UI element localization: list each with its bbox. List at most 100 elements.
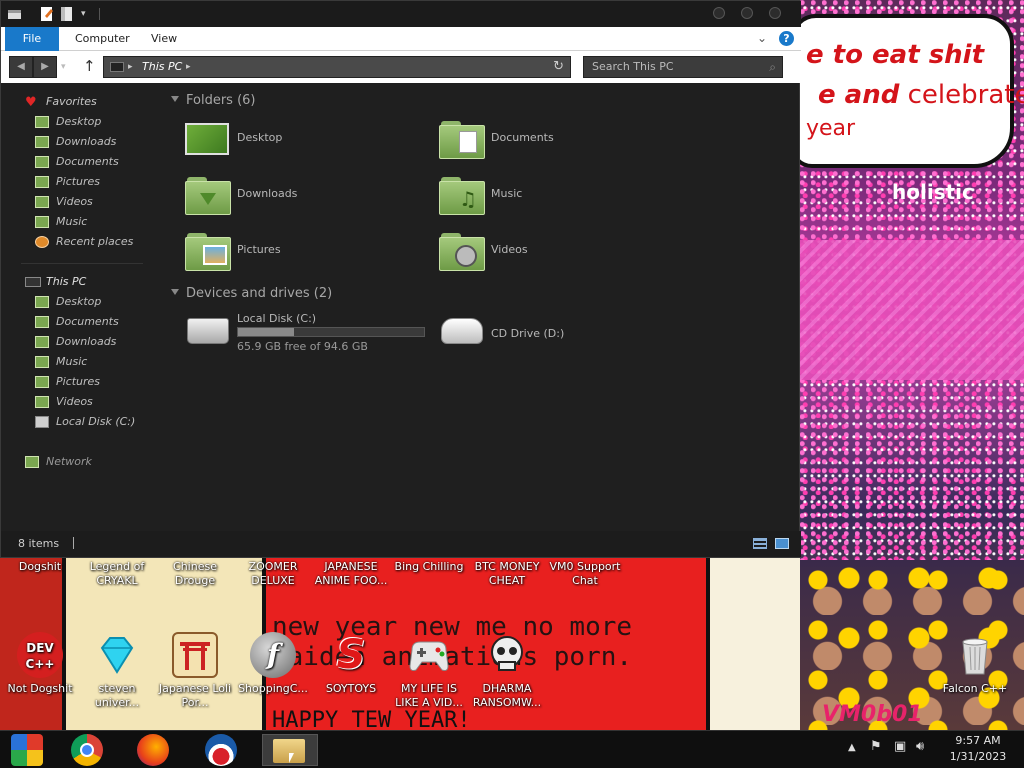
taskbar-chrome[interactable]	[62, 734, 112, 766]
desktop-icon-label: ShoppingC...	[238, 682, 308, 695]
music-folder-icon	[35, 216, 49, 228]
nav-favorites[interactable]: ♥ Favorites	[25, 93, 97, 111]
nav-pc-local-disk[interactable]: Local Disk (C:)	[35, 413, 135, 431]
nav-fav-downloads[interactable]: Downloads	[35, 133, 116, 151]
nav-pc-pictures[interactable]: Pictures	[35, 373, 100, 391]
desktop-icon-label: JAPANESE ANIME FOO...	[314, 560, 388, 587]
desktop-icon-chinese-drouge[interactable]: Chinese Drouge	[156, 560, 234, 588]
system-clock[interactable]: 9:57 AM 1/31/2023	[938, 733, 1018, 765]
tab-view[interactable]: View	[141, 27, 187, 51]
title-bar: ▾	[1, 1, 801, 27]
search-box[interactable]: ⌕	[583, 56, 783, 78]
refresh-icon[interactable]: ↻	[553, 57, 564, 77]
nav-pc-music[interactable]: Music	[35, 353, 87, 371]
back-button[interactable]: ◀	[9, 56, 33, 78]
desktop-icon-dharma-ransomware[interactable]: DHARMA RANSOMW...	[468, 632, 546, 710]
customize-toolbar-chevron-down-icon[interactable]: ▾	[81, 6, 97, 22]
new-folder-icon[interactable]	[59, 6, 75, 22]
taskbar-firefox[interactable]	[128, 734, 178, 766]
nav-pc-desktop[interactable]: Desktop	[35, 293, 101, 311]
details-view-icon[interactable]	[753, 538, 767, 549]
nav-fav-music[interactable]: Music	[35, 213, 87, 231]
action-center-flag-icon[interactable]: ⚑	[870, 739, 882, 754]
desktop-icon-soytoys[interactable]: S SOYTOYS	[312, 632, 390, 696]
desktop-icon-japanese-anime[interactable]: JAPANESE ANIME FOO...	[312, 560, 390, 588]
folder-pictures[interactable]: Pictures	[185, 231, 425, 277]
nav-pc-downloads[interactable]: Downloads	[35, 333, 116, 351]
pictures-folder-icon	[185, 233, 231, 271]
desktop-icon-shoppingc[interactable]: f ShoppingC...	[234, 632, 312, 696]
window-menu-icon[interactable]	[7, 6, 23, 22]
breadcrumb-this-pc[interactable]: This PC	[142, 57, 182, 77]
folders-group-header[interactable]: Folders (6)	[171, 93, 256, 108]
folder-name: Documents	[491, 131, 554, 144]
nav-fav-pictures[interactable]: Pictures	[35, 173, 100, 191]
folder-documents[interactable]: Documents	[439, 119, 679, 165]
start-button[interactable]	[2, 734, 52, 766]
folder-desktop[interactable]: Desktop	[185, 119, 425, 165]
desktop-icon-steven-universe[interactable]: steven univer...	[78, 632, 156, 710]
nav-this-pc[interactable]: This PC	[25, 273, 86, 291]
ribbon-expand-chevron-down-icon[interactable]: ⌄	[757, 31, 767, 45]
tab-computer[interactable]: Computer	[65, 27, 140, 51]
network-status-icon[interactable]: ▣	[894, 739, 906, 754]
folder-videos[interactable]: Videos	[439, 231, 679, 277]
desktop-icon-legend-of-cryakl[interactable]: Legend of CRYAKL	[78, 560, 156, 588]
drive-local-disk-c[interactable]: Local Disk (C:) 65.9 GB free of 94.6 GB	[185, 312, 435, 358]
address-field[interactable]: ▸ This PC ▸ ↻	[103, 56, 571, 78]
volume-icon[interactable]: 🔊︎	[916, 739, 924, 754]
up-arrow-icon[interactable]: ↑	[83, 57, 96, 75]
wallpaper-pink-sign	[800, 240, 1024, 380]
taskbar-file-explorer[interactable]	[262, 734, 318, 766]
drive-cd-d[interactable]: CD Drive (D:)	[439, 312, 689, 358]
desktop-icon-btc-money-cheat[interactable]: BTC MONEY CHEAT	[468, 560, 546, 588]
devices-group-header[interactable]: Devices and drives (2)	[171, 286, 332, 301]
clock-time: 9:57 AM	[955, 734, 1001, 747]
forward-button[interactable]: ▶	[33, 56, 57, 78]
cd-drive-icon	[441, 318, 483, 344]
desktop-icon-falcon-cpp[interactable]: Falcon C++	[936, 632, 1014, 696]
desktop-icon-dogshit[interactable]: Dogshit	[1, 560, 79, 574]
videos-folder-icon	[35, 396, 49, 408]
breadcrumb-chevron-icon[interactable]: ▸	[186, 57, 191, 77]
breadcrumb-chevron-icon[interactable]: ▸	[128, 57, 133, 77]
search-input[interactable]	[592, 60, 752, 73]
minimize-button[interactable]	[713, 7, 725, 19]
documents-folder-icon	[35, 156, 49, 168]
firefox-icon	[137, 734, 169, 766]
desktop-icon-vm0-support-chat[interactable]: VM0 Support Chat	[546, 560, 624, 588]
nav-fav-videos[interactable]: Videos	[35, 193, 93, 211]
help-icon[interactable]: ?	[779, 31, 794, 46]
search-icon[interactable]: ⌕	[769, 57, 776, 77]
downloads-folder-icon	[35, 136, 49, 148]
desktop-icon-label: Falcon C++	[942, 682, 1008, 695]
item-count: 8 items	[18, 537, 60, 550]
nav-fav-desktop[interactable]: Desktop	[35, 113, 101, 131]
nav-pc-documents[interactable]: Documents	[35, 313, 119, 331]
tab-file[interactable]: File	[5, 27, 59, 51]
nav-pc-videos[interactable]: Videos	[35, 393, 93, 411]
show-hidden-icons-chevron-up-icon[interactable]: ▲	[848, 742, 856, 753]
desktop-icon-zoomer-deluxe[interactable]: ZOOMER DELUXE	[234, 560, 312, 588]
status-bar: 8 items	[1, 531, 801, 557]
close-button[interactable]	[769, 7, 781, 19]
nav-fav-recent-places[interactable]: Recent places	[35, 233, 133, 251]
nav-fav-documents[interactable]: Documents	[35, 153, 119, 171]
recent-locations-chevron-icon[interactable]: ▾	[61, 62, 66, 72]
desktop-icon-bing-chilling[interactable]: Bing Chilling	[390, 560, 468, 574]
title-separator	[99, 8, 100, 20]
heart-icon: ♥	[25, 95, 37, 110]
folder-music[interactable]: ♫ Music	[439, 175, 679, 221]
large-icons-view-icon[interactable]	[775, 538, 789, 549]
drive-name: Local Disk (C:)	[237, 312, 317, 325]
folder-downloads[interactable]: Downloads	[185, 175, 425, 221]
taskbar-obama-app[interactable]	[196, 734, 246, 766]
desktop-icon-japanese-loli[interactable]: Japanese Loli Por...	[156, 632, 234, 710]
desktop-icon-my-life-is-like-a-video[interactable]: MY LIFE IS LIKE A VID...	[390, 632, 468, 710]
nav-network[interactable]: Network	[25, 453, 92, 471]
desktop-icon-not-dogshit[interactable]: DEV C++ Not Dogshit	[1, 632, 79, 696]
properties-icon[interactable]	[39, 6, 55, 22]
maximize-button[interactable]	[741, 7, 753, 19]
dev-cpp-icon: DEV C++	[17, 632, 63, 678]
taskbar: ▲ ⚑ ▣ 🔊︎ 9:57 AM 1/31/2023	[0, 730, 1024, 768]
